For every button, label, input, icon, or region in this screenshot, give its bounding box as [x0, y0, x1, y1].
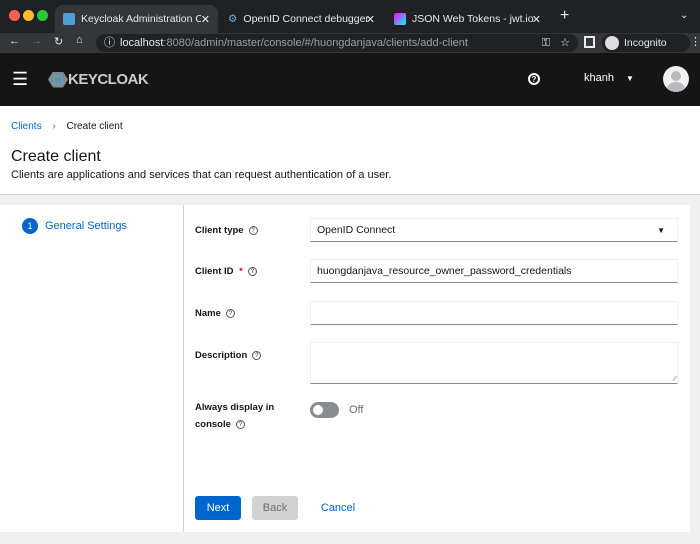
tab-list-chevron-icon[interactable]: ⌄ [680, 10, 688, 21]
close-tab-icon[interactable]: ✕ [366, 13, 375, 26]
page-title: Create client [11, 148, 101, 165]
forward-icon[interactable]: → [31, 35, 42, 47]
always-display-label: Always display in console? [195, 402, 275, 430]
cancel-button[interactable]: Cancel [312, 496, 364, 520]
close-window-icon[interactable] [9, 10, 20, 21]
browser-tab-jwt[interactable]: JSON Web Tokens - jwt.io ✕ [386, 5, 549, 33]
hamburger-icon[interactable]: ☰ [12, 69, 28, 90]
back-icon[interactable]: ← [9, 35, 20, 47]
always-display-toggle[interactable] [310, 402, 339, 418]
toggle-state: Off [349, 404, 364, 416]
client-type-select[interactable]: OpenID Connect ▼ [310, 218, 678, 242]
resize-handle-icon[interactable]: ⁄⁄ [674, 376, 676, 383]
close-tab-icon[interactable]: ✕ [201, 13, 210, 26]
help-icon[interactable]: ? [528, 73, 540, 85]
description-textarea[interactable]: ⁄⁄ [310, 342, 678, 384]
caret-down-icon: ▼ [657, 225, 665, 235]
keycloak-favicon-icon [63, 13, 75, 25]
sidebar-icon[interactable] [584, 36, 595, 48]
step-number: 1 [22, 218, 38, 234]
url-input[interactable]: ⓘ localhost:8080/admin/master/console/#/… [96, 34, 578, 52]
wizard-step-general-settings[interactable]: 1 General Settings [22, 218, 127, 234]
minimize-window-icon[interactable] [23, 10, 34, 21]
close-tab-icon[interactable]: ✕ [532, 13, 541, 26]
maximize-window-icon[interactable] [37, 10, 48, 21]
address-bar-row: ← → ↻ ⌂ ⓘ localhost:8080/admin/master/co… [0, 33, 700, 53]
breadcrumb-clients-link[interactable]: Clients [11, 121, 42, 132]
caret-down-icon: ▼ [625, 74, 634, 83]
wizard-divider [183, 205, 184, 532]
masthead: ☰ KEYCLOAK ? khanh ▼ [0, 53, 700, 106]
browser-tab-keycloak[interactable]: Keycloak Administration Console ✕ [55, 5, 218, 33]
breadcrumb: Clients › Create client [11, 121, 123, 132]
client-id-input[interactable]: huongdanjava_resource_owner_password_cre… [310, 259, 678, 283]
help-icon[interactable]: ? [225, 308, 235, 318]
incognito-button[interactable]: Incognito [602, 34, 690, 52]
jwt-favicon-icon [394, 13, 406, 25]
star-icon[interactable]: ☆ [560, 34, 570, 52]
incognito-icon [605, 36, 619, 50]
page-subtitle: Clients are applications and services th… [11, 169, 392, 181]
menu-kebab-icon[interactable]: ⋮ [690, 35, 700, 48]
gear-favicon-icon: ⚙ [228, 13, 238, 25]
help-icon[interactable]: ? [248, 225, 258, 235]
keycloak-logo[interactable]: KEYCLOAK [48, 71, 149, 88]
reload-icon[interactable]: ↻ [54, 35, 63, 48]
client-id-label: Client ID *? [195, 263, 257, 280]
avatar[interactable] [663, 66, 689, 92]
name-label: Name? [195, 305, 235, 322]
key-icon[interactable]: ⚿ [542, 34, 550, 52]
browser-tab-oidc[interactable]: ⚙ OpenID Connect debugger ✕ [220, 5, 383, 33]
keycloak-logo-icon [48, 71, 68, 88]
home-icon[interactable]: ⌂ [76, 34, 83, 46]
help-icon[interactable]: ? [235, 419, 245, 429]
help-icon[interactable]: ? [252, 350, 262, 360]
new-tab-icon[interactable]: + [560, 7, 569, 25]
info-icon: ⓘ [104, 37, 115, 49]
back-button[interactable]: Back [252, 496, 298, 520]
client-type-label: Client type? [195, 222, 258, 239]
browser-tabbar: Keycloak Administration Console ✕ ⚙ Open… [0, 0, 700, 33]
user-menu[interactable]: khanh ▼ [584, 72, 634, 84]
help-icon[interactable]: ? [247, 266, 257, 276]
description-label: Description? [195, 347, 262, 364]
next-button[interactable]: Next [195, 496, 241, 520]
name-input[interactable] [310, 301, 678, 325]
